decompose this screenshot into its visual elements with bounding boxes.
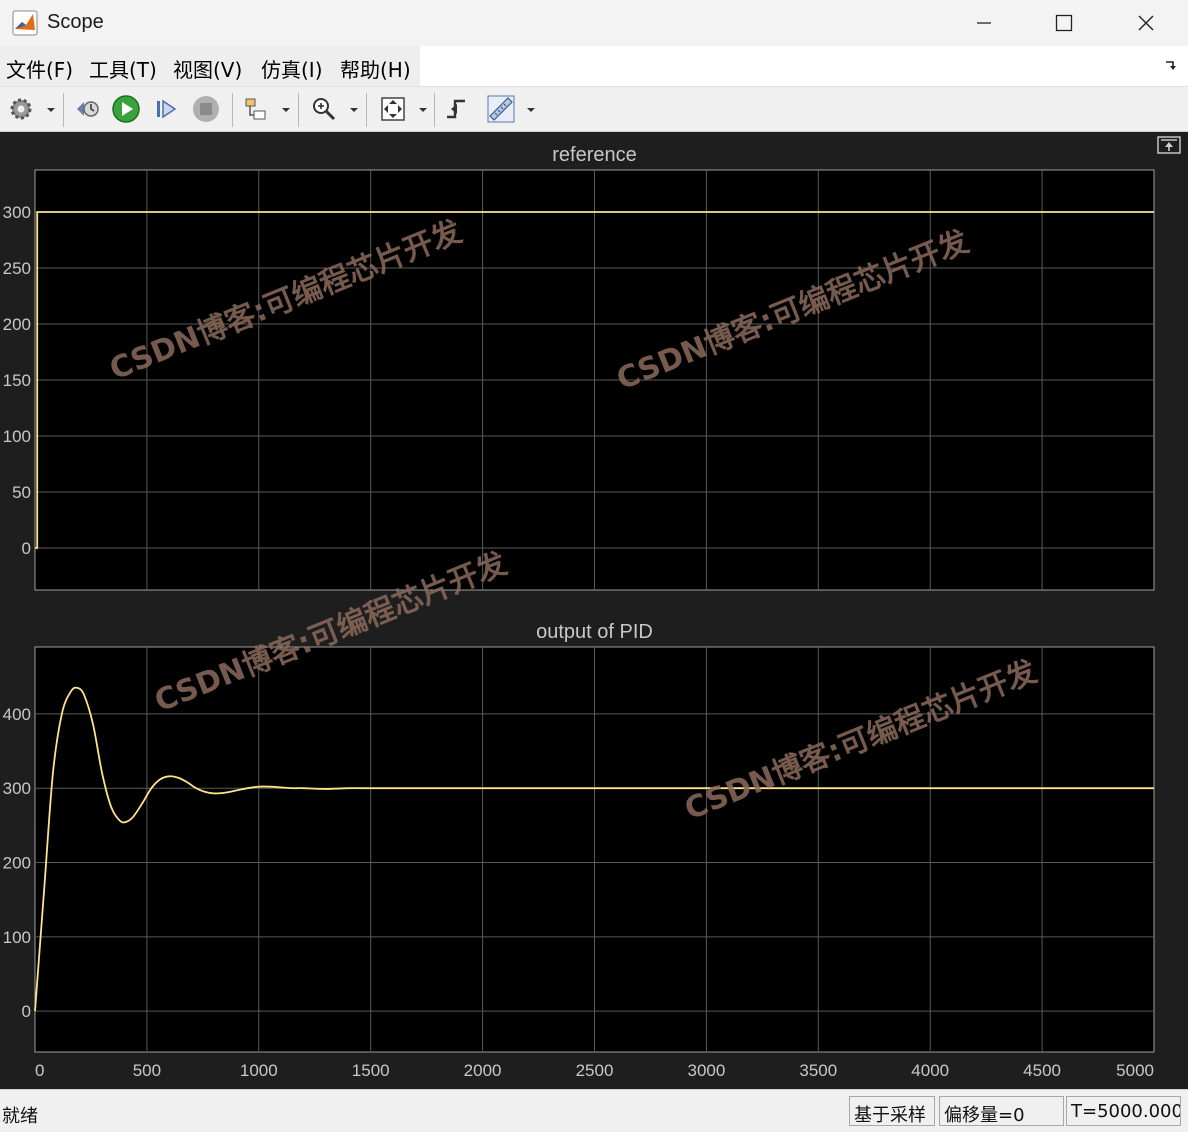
status-sample-based: 基于采样 (849, 1096, 935, 1126)
chevron-down-icon[interactable] (46, 106, 56, 114)
x-tick-label: 2500 (576, 1061, 614, 1080)
close-icon (1138, 15, 1154, 31)
y-tick-label: 300 (3, 779, 31, 798)
x-tick-label: 2000 (464, 1061, 502, 1080)
step-forward-icon (157, 99, 177, 119)
y-tick-label: 100 (3, 928, 31, 947)
zoom-icon (313, 98, 336, 121)
y-tick-label: 200 (3, 854, 31, 873)
status-offset: 偏移量=0 (939, 1096, 1064, 1126)
y-tick-label: 250 (3, 259, 31, 278)
x-tick-label: 3000 (687, 1061, 725, 1080)
window-title: Scope (47, 11, 104, 33)
menu-view[interactable]: 视图(V) (173, 54, 242, 83)
y-tick-label: 400 (3, 705, 31, 724)
toolbar-separator (232, 93, 233, 127)
toolbar-separator (63, 93, 64, 127)
toolbar-separator (298, 93, 299, 127)
settings-button[interactable] (5, 93, 37, 125)
y-tick-label: 50 (12, 483, 31, 502)
autoscale-button[interactable] (377, 93, 409, 125)
menu-simulation[interactable]: 仿真(I) (261, 54, 323, 83)
menu-tools[interactable]: 工具(T) (89, 54, 157, 83)
x-tick-label: 500 (133, 1061, 161, 1080)
status-ready-text: 就绪 (2, 1106, 38, 1127)
close-button[interactable] (1106, 0, 1186, 46)
settings-gear-icon (10, 98, 32, 120)
minimize-button[interactable] (944, 0, 1024, 46)
toolbar-separator (434, 93, 435, 127)
scope-plot-area: 0 50 100 150 200 250 300 reference 0 100 200 300 400… (0, 132, 1188, 1089)
minimize-icon (977, 22, 991, 24)
y-tick-label: 0 (22, 1002, 31, 1021)
step-back-button[interactable] (71, 93, 103, 125)
matlab-icon (12, 10, 38, 36)
title-bar: Scope (0, 0, 1188, 46)
x-tick-label: 4500 (1023, 1061, 1061, 1080)
undock-icon[interactable] (1157, 136, 1181, 154)
run-button[interactable] (110, 93, 142, 125)
autoscale-icon (381, 97, 405, 121)
x-tick-label: 5000 (1116, 1061, 1154, 1080)
highlight-block-button[interactable] (240, 93, 272, 125)
y-tick-label: 100 (3, 427, 31, 446)
triggers-button[interactable] (441, 93, 473, 125)
plot-title: output of PID (536, 621, 653, 643)
measurements-button[interactable] (485, 93, 517, 125)
maximize-button[interactable] (1024, 0, 1104, 46)
highlight-block-icon (245, 98, 266, 120)
menu-file[interactable]: 文件(F) (6, 54, 73, 83)
y-tick-label: 150 (3, 371, 31, 390)
x-tick-label: 4000 (911, 1061, 949, 1080)
status-bar: 就绪 基于采样 偏移量=0 T=5000.000 (0, 1089, 1188, 1132)
x-tick-label: 3500 (799, 1061, 837, 1080)
chevron-down-icon[interactable] (281, 106, 291, 114)
y-tick-label: 200 (3, 315, 31, 334)
stop-button[interactable] (190, 93, 222, 125)
step-forward-button[interactable] (150, 93, 182, 125)
plot-title: reference (552, 144, 637, 166)
y-tick-label: 0 (22, 539, 31, 558)
zoom-button[interactable] (308, 93, 340, 125)
x-tick-label: 1000 (240, 1061, 278, 1080)
x-tick-label: 1500 (352, 1061, 390, 1080)
status-time: T=5000.000 (1066, 1096, 1181, 1126)
run-icon (112, 95, 140, 123)
maximize-icon (1055, 14, 1073, 32)
chevron-down-icon[interactable] (526, 106, 536, 114)
chevron-down-icon[interactable] (349, 106, 359, 114)
dock-arrow-icon[interactable] (1164, 58, 1178, 72)
toolbar (0, 86, 1188, 132)
step-back-icon (77, 101, 99, 117)
menu-help[interactable]: 帮助(H) (340, 54, 411, 83)
menu-bar: 文件(F) 工具(T) 视图(V) 仿真(I) 帮助(H) (0, 46, 1188, 86)
scope-plots: 0 50 100 150 200 250 300 reference 0 100 200 300 400… (3, 144, 1155, 1080)
x-tick-label: 0 (35, 1061, 44, 1080)
toolbar-separator (366, 93, 367, 127)
y-tick-label: 300 (3, 203, 31, 222)
triggers-icon (447, 99, 465, 119)
measurements-ruler-icon (487, 95, 515, 123)
chevron-down-icon[interactable] (418, 106, 428, 114)
stop-icon (193, 96, 219, 122)
